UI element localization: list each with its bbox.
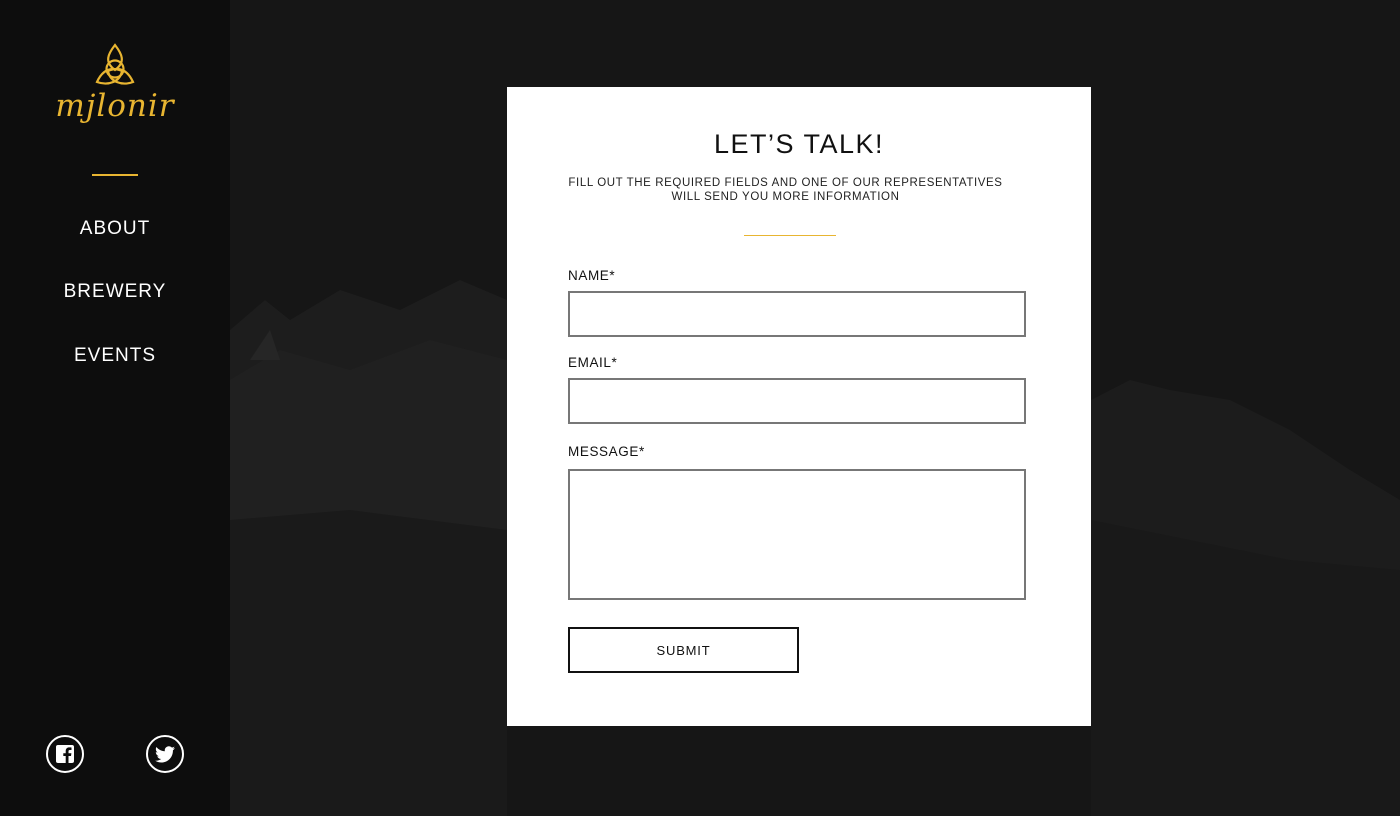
form-divider bbox=[744, 235, 836, 236]
email-label: EMAIL* bbox=[568, 355, 618, 370]
twitter-icon bbox=[155, 745, 175, 762]
nav-item-events[interactable]: EVENTS bbox=[0, 345, 230, 367]
facebook-icon bbox=[56, 745, 74, 763]
message-field[interactable] bbox=[568, 469, 1026, 600]
name-label: NAME* bbox=[568, 268, 616, 283]
form-subtitle-line1: FILL OUT THE REQUIRED FIELDS AND ONE OF … bbox=[568, 177, 1003, 189]
name-field[interactable] bbox=[568, 291, 1026, 337]
brand-wordmark: mjlonir bbox=[55, 88, 175, 124]
message-label: MESSAGE* bbox=[568, 444, 645, 459]
celtic-knot-icon bbox=[95, 43, 135, 85]
nav-item-about[interactable]: ABOUT bbox=[0, 218, 230, 240]
email-field[interactable] bbox=[568, 378, 1026, 424]
submit-button[interactable]: SUBMIT bbox=[568, 627, 799, 673]
sidebar-divider bbox=[92, 174, 138, 176]
contact-form-card: LET’S TALK! FILL OUT THE REQUIRED FIELDS… bbox=[507, 87, 1091, 726]
page: mjlonir ABOUT BREWERY EVENTS LET’S TALK!… bbox=[0, 0, 1400, 816]
sidebar: mjlonir ABOUT BREWERY EVENTS bbox=[0, 0, 230, 816]
form-title: LET’S TALK! bbox=[713, 129, 885, 159]
brand-logo[interactable]: mjlonir bbox=[0, 42, 230, 124]
twitter-link[interactable] bbox=[146, 735, 184, 773]
form-subtitle-line2: WILL SEND YOU MORE INFORMATION bbox=[671, 191, 900, 203]
nav-item-brewery[interactable]: BREWERY bbox=[0, 281, 230, 303]
form-subtitle: FILL OUT THE REQUIRED FIELDS AND ONE OF … bbox=[557, 176, 1014, 204]
facebook-link[interactable] bbox=[46, 735, 84, 773]
